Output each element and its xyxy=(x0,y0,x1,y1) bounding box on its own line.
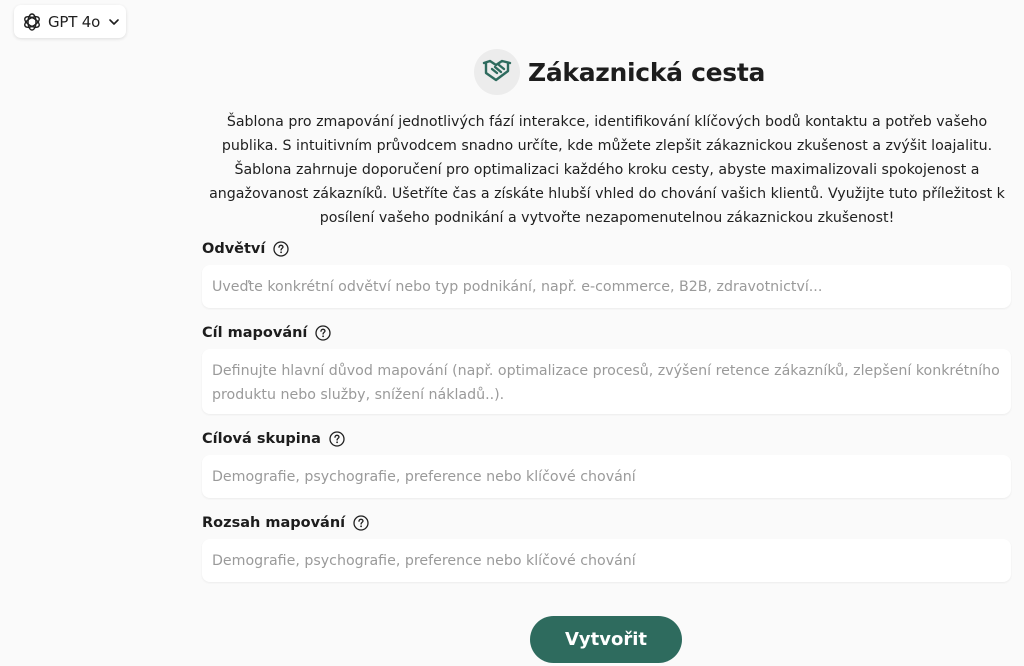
template-icon-badge xyxy=(474,49,520,95)
question-circle-icon[interactable] xyxy=(329,431,345,447)
industry-label-text: Odvětví xyxy=(202,241,266,257)
goal-input[interactable] xyxy=(212,359,1001,414)
openai-logo-icon xyxy=(22,12,42,32)
audience-input-box[interactable] xyxy=(202,455,1011,498)
model-selector[interactable]: GPT 4o xyxy=(14,5,126,38)
scope-field-label: Rozsah mapování xyxy=(202,515,369,531)
industry-input-box[interactable] xyxy=(202,265,1011,308)
audience-label-text: Cílová skupina xyxy=(202,431,321,447)
question-circle-icon[interactable] xyxy=(315,325,332,341)
model-selector-label: GPT 4o xyxy=(48,12,101,31)
question-circle-icon[interactable] xyxy=(273,241,290,257)
goal-field-label: Cíl mapování xyxy=(202,325,332,341)
industry-input[interactable] xyxy=(212,275,1001,308)
page-title: Zákaznická cesta xyxy=(528,57,766,87)
scope-input[interactable] xyxy=(212,549,1001,582)
scope-input-box[interactable] xyxy=(202,539,1011,582)
template-description: Šablona pro zmapování jednotlivých fází … xyxy=(209,114,1005,226)
handshake-icon xyxy=(482,57,512,87)
industry-field-label: Odvětví xyxy=(202,241,290,257)
audience-field-label: Cílová skupina xyxy=(202,431,345,447)
goal-input-box[interactable] xyxy=(202,349,1011,414)
goal-label-text: Cíl mapování xyxy=(202,325,308,341)
template-header: Zákaznická cesta xyxy=(474,49,765,95)
question-circle-icon[interactable] xyxy=(353,515,369,531)
audience-input[interactable] xyxy=(212,465,1001,498)
chevron-down-icon xyxy=(108,16,120,28)
scope-label-text: Rozsah mapování xyxy=(202,515,346,531)
create-button[interactable]: Vytvořit xyxy=(530,616,682,663)
